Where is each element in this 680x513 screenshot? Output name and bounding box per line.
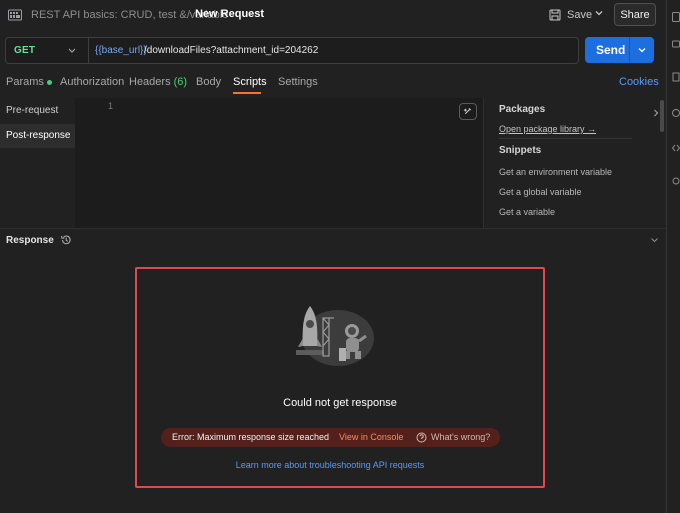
view-in-console-link[interactable]: View in Console	[339, 432, 403, 442]
error-banner: Error: Maximum response size reached Vie…	[161, 428, 500, 447]
response-header: Response	[0, 228, 666, 250]
send-label: Send	[596, 43, 626, 57]
whats-wrong-link[interactable]: What's wrong?	[431, 432, 490, 442]
info-icon[interactable]	[672, 108, 680, 118]
url-divider	[88, 38, 89, 63]
tab-scripts[interactable]: Scripts	[233, 76, 267, 88]
breadcrumb-separator: /	[187, 9, 191, 21]
chevron-right-icon[interactable]	[652, 108, 660, 118]
response-error-message: Could not get response	[283, 397, 397, 409]
ai-assist-icon[interactable]	[459, 103, 477, 120]
panel-scrollbar[interactable]	[660, 100, 664, 132]
active-tab-indicator	[233, 92, 261, 94]
save-button[interactable]: Save	[549, 5, 592, 25]
rocket-astronaut-illustration	[296, 306, 374, 366]
script-editor[interactable]: 1	[75, 98, 483, 228]
chevron-down-icon[interactable]	[637, 45, 647, 55]
snippet-item[interactable]: Get a variable	[499, 207, 555, 217]
tab-settings[interactable]: Settings	[278, 76, 318, 88]
tab-headers[interactable]: Headers (6)	[129, 76, 187, 88]
app-logo-icon	[8, 9, 22, 21]
save-label: Save	[567, 9, 593, 21]
error-text: Error: Maximum response size reached	[172, 432, 330, 442]
url-variable[interactable]: {{base_url}}	[95, 45, 147, 56]
help-icon	[416, 432, 427, 443]
url-bar: GET {{base_url}} /downloadFiles?attachme…	[5, 37, 579, 64]
open-package-library-link[interactable]: Open package library →	[499, 124, 596, 134]
url-input[interactable]: /downloadFiles?attachment_id=204262	[144, 45, 318, 56]
cookies-link[interactable]: Cookies	[619, 76, 659, 88]
chevron-down-icon[interactable]	[594, 8, 604, 18]
send-divider	[629, 37, 630, 63]
learn-more-link[interactable]: Learn more about troubleshooting API req…	[0, 460, 660, 470]
http-method-select[interactable]: GET	[14, 45, 35, 56]
chevron-down-icon[interactable]	[650, 237, 659, 244]
share-button[interactable]: Share	[614, 3, 656, 26]
packages-title: Packages	[499, 104, 546, 115]
snippets-title: Snippets	[499, 145, 542, 156]
sidebar-toggle-icon[interactable]	[672, 12, 680, 22]
history-icon[interactable]	[60, 234, 72, 246]
snippet-item[interactable]: Get a global variable	[499, 187, 582, 197]
request-title[interactable]: New Request	[195, 8, 264, 20]
line-number: 1	[108, 101, 114, 111]
tab-authorization[interactable]: Authorization	[60, 76, 124, 88]
tab-params[interactable]: Params	[6, 76, 52, 88]
snippet-item[interactable]: Get an environment variable	[499, 167, 612, 177]
request-tabs: Params Authorization Headers (6) Body Sc…	[0, 72, 666, 94]
tab-body[interactable]: Body	[196, 76, 221, 88]
save-icon	[549, 9, 561, 21]
script-option-post-response[interactable]: Post-response	[0, 124, 75, 148]
right-sidebar-divider	[666, 0, 667, 513]
script-type-list: Pre-request Post-response	[0, 98, 75, 228]
related-icon[interactable]	[672, 176, 680, 186]
params-indicator-dot	[46, 79, 52, 85]
script-option-pre-request[interactable]: Pre-request	[0, 99, 75, 123]
request-header: REST API basics: CRUD, test & variable /…	[0, 0, 680, 30]
panel-divider	[499, 138, 632, 139]
comments-icon[interactable]	[672, 40, 680, 50]
snippets-panel: Packages Open package library → Snippets…	[483, 98, 666, 228]
response-title: Response	[6, 235, 54, 246]
code-icon[interactable]	[672, 143, 680, 153]
documentation-icon[interactable]	[672, 72, 680, 82]
chevron-down-icon[interactable]	[67, 47, 77, 55]
send-button[interactable]: Send	[585, 37, 654, 63]
